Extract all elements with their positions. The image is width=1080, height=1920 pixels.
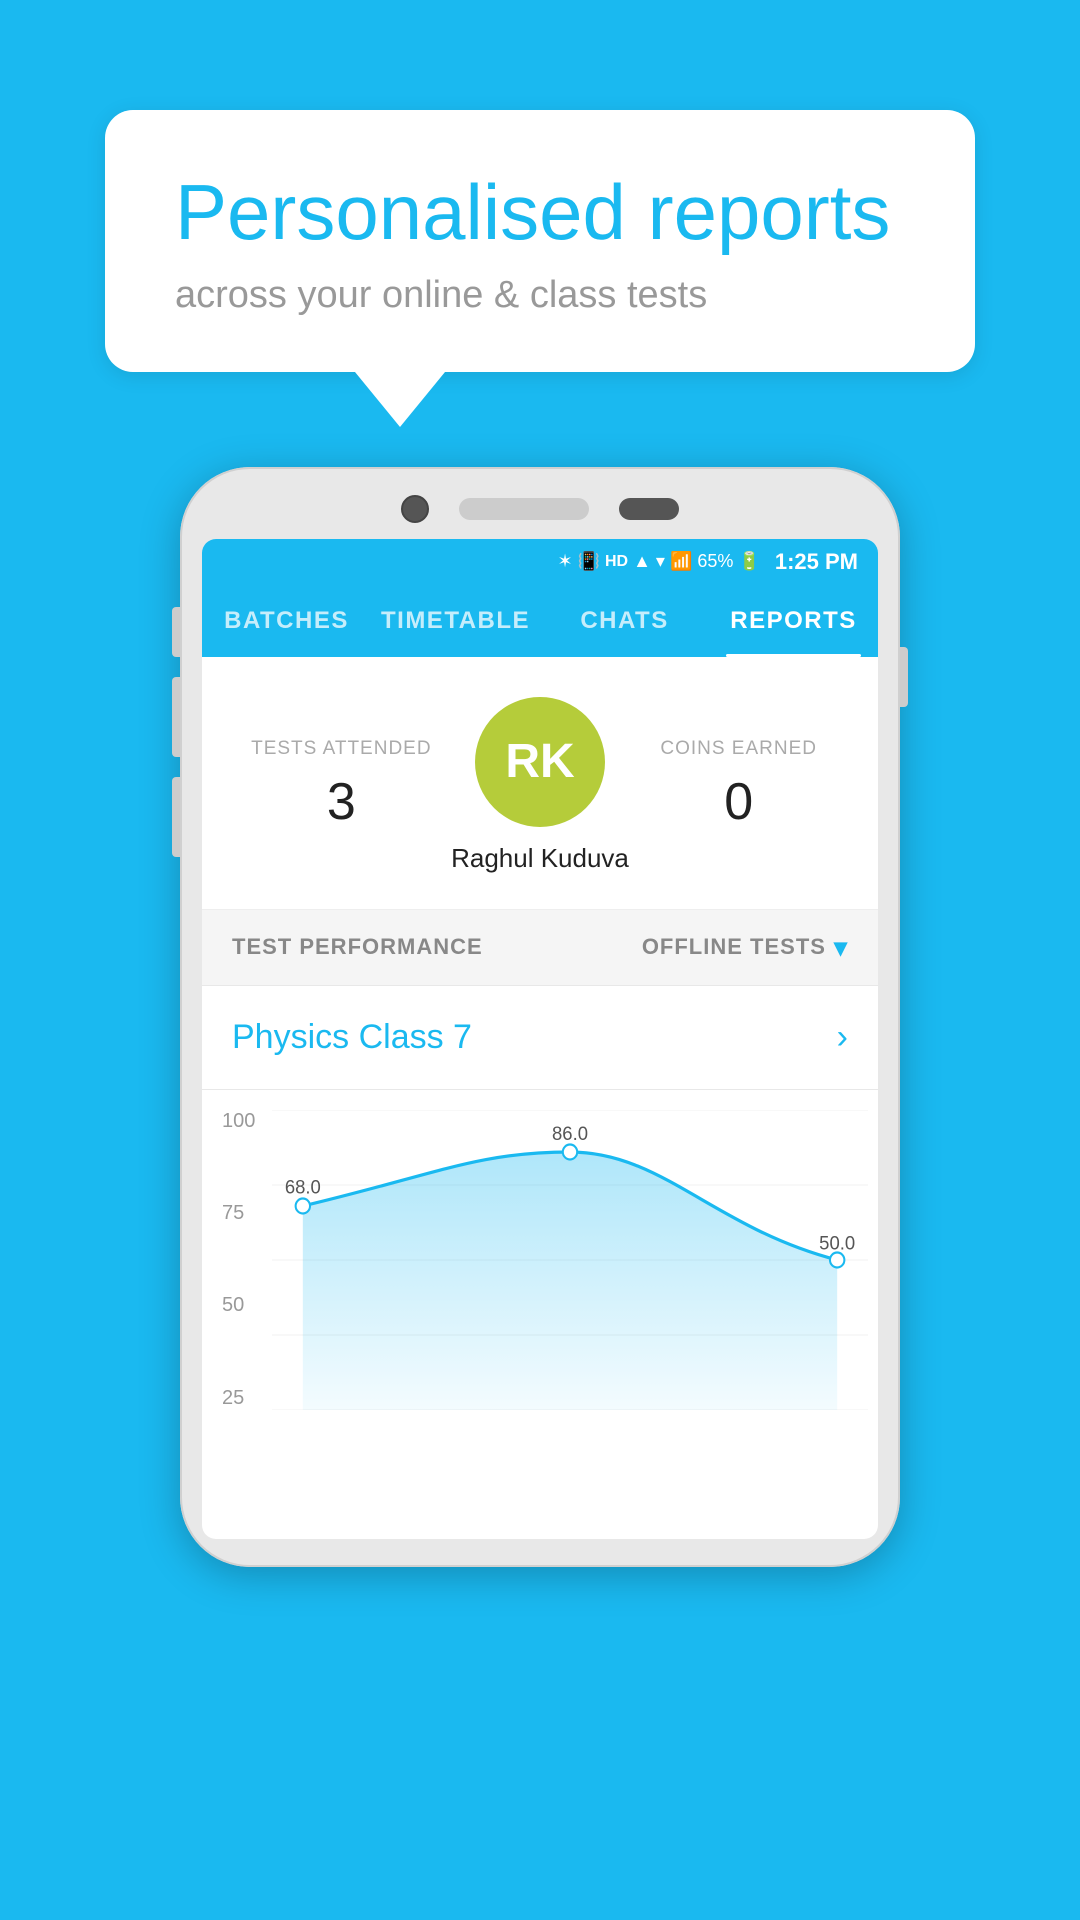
performance-bar: TEST PERFORMANCE OFFLINE TESTS ▾ bbox=[202, 910, 878, 986]
tab-chats[interactable]: CHATS bbox=[540, 585, 709, 657]
y-label-100: 100 bbox=[222, 1110, 255, 1133]
phone-screen: ✶ 📳 HD ▲ ▾ 📶 65% 🔋 1:25 PM BATCHES TIMET… bbox=[202, 539, 878, 1539]
chevron-right-icon: › bbox=[837, 1018, 848, 1057]
chart-y-axis: 100 75 50 25 bbox=[222, 1110, 255, 1410]
wifi-icon: ▾ bbox=[656, 551, 665, 572]
bluetooth-icon: ✶ bbox=[557, 551, 572, 572]
coins-earned-label: COINS EARNED bbox=[639, 738, 838, 760]
volume-up-button bbox=[172, 677, 180, 757]
mute-button bbox=[172, 607, 180, 657]
bubble-title: Personalised reports bbox=[175, 170, 905, 256]
user-name: Raghul Kuduva bbox=[451, 843, 629, 874]
front-camera bbox=[401, 495, 429, 523]
power-button bbox=[900, 647, 908, 707]
performance-chart: 100 75 50 25 bbox=[202, 1090, 878, 1430]
y-label-75: 75 bbox=[222, 1202, 255, 1225]
data-point-3 bbox=[830, 1252, 844, 1267]
data-point-2 bbox=[563, 1144, 577, 1159]
hd-icon: HD bbox=[605, 553, 628, 571]
bubble-subtitle: across your online & class tests bbox=[175, 274, 905, 317]
status-icons: ✶ 📳 HD ▲ ▾ 📶 65% 🔋 bbox=[557, 551, 760, 572]
phone-top-bar bbox=[202, 495, 878, 523]
test-performance-label: TEST PERFORMANCE bbox=[232, 934, 483, 960]
tests-attended-value: 3 bbox=[242, 772, 441, 832]
tab-reports[interactable]: REPORTS bbox=[709, 585, 878, 657]
chart-label-3: 50.0 bbox=[819, 1233, 855, 1254]
vibrate-icon: 📳 bbox=[578, 551, 600, 572]
phone-device: ✶ 📳 HD ▲ ▾ 📶 65% 🔋 1:25 PM BATCHES TIMET… bbox=[180, 467, 900, 1567]
offline-tests-dropdown[interactable]: OFFLINE TESTS ▾ bbox=[642, 932, 848, 963]
status-bar: ✶ 📳 HD ▲ ▾ 📶 65% 🔋 1:25 PM bbox=[202, 539, 878, 585]
phone-body: ✶ 📳 HD ▲ ▾ 📶 65% 🔋 1:25 PM BATCHES TIMET… bbox=[180, 467, 900, 1567]
signal-icon: 📶 bbox=[670, 551, 692, 572]
tab-timetable[interactable]: TIMETABLE bbox=[371, 585, 540, 657]
offline-tests-label: OFFLINE TESTS bbox=[642, 934, 826, 960]
data-point-1 bbox=[296, 1198, 310, 1213]
battery-percent: 65% bbox=[697, 551, 733, 572]
class-name: Physics Class 7 bbox=[232, 1018, 472, 1057]
battery-icon: 🔋 bbox=[738, 551, 760, 572]
y-label-50: 50 bbox=[222, 1294, 255, 1317]
chart-svg: 68.0 86.0 50.0 bbox=[272, 1110, 868, 1410]
chart-label-1: 68.0 bbox=[285, 1177, 321, 1198]
y-label-25: 25 bbox=[222, 1387, 255, 1410]
profile-section: TESTS ATTENDED 3 RK Raghul Kuduva COINS … bbox=[202, 657, 878, 910]
bubble-arrow bbox=[355, 372, 445, 427]
speech-bubble-container: Personalised reports across your online … bbox=[105, 110, 975, 427]
speech-bubble: Personalised reports across your online … bbox=[105, 110, 975, 372]
sensor bbox=[619, 498, 679, 520]
tests-attended-label: TESTS ATTENDED bbox=[242, 738, 441, 760]
coins-earned-block: COINS EARNED 0 bbox=[639, 738, 838, 832]
avatar-initials: RK bbox=[505, 734, 574, 789]
nav-tabs: BATCHES TIMETABLE CHATS REPORTS bbox=[202, 585, 878, 657]
chart-label-2: 86.0 bbox=[552, 1123, 588, 1144]
status-time: 1:25 PM bbox=[775, 549, 858, 575]
tests-attended-block: TESTS ATTENDED 3 bbox=[242, 738, 441, 832]
physics-class-row[interactable]: Physics Class 7 › bbox=[202, 986, 878, 1090]
coins-earned-value: 0 bbox=[639, 772, 838, 832]
volume-down-button bbox=[172, 777, 180, 857]
chevron-down-icon: ▾ bbox=[834, 932, 848, 963]
signal-up-icon: ▲ bbox=[633, 551, 651, 572]
avatar-block: RK Raghul Kuduva bbox=[441, 697, 640, 874]
tab-batches[interactable]: BATCHES bbox=[202, 585, 371, 657]
avatar: RK bbox=[475, 697, 605, 827]
earpiece-speaker bbox=[459, 498, 589, 520]
